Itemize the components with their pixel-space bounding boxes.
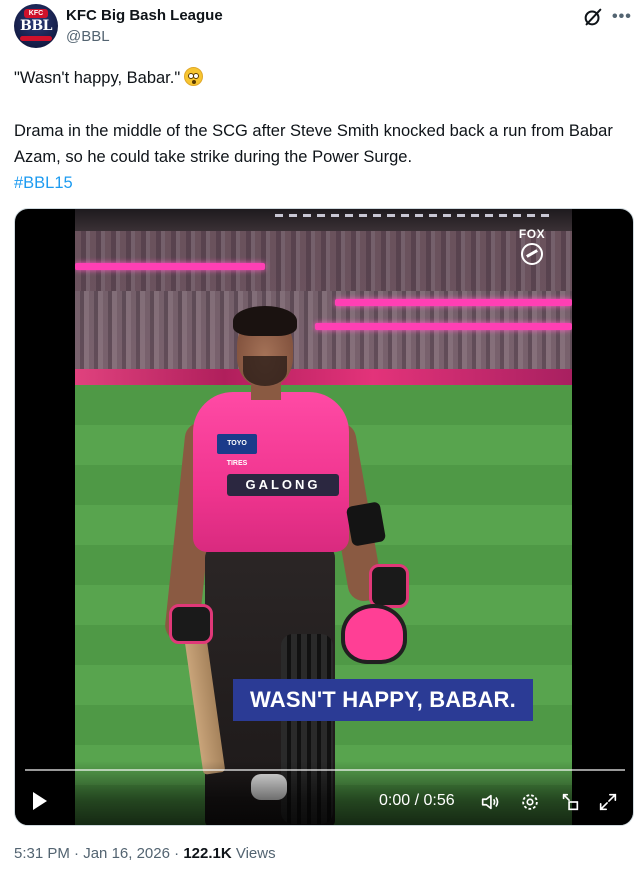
video-time: 0:00 / 0:56 [379, 792, 455, 809]
separator-dot: · [74, 845, 80, 862]
video-frame[interactable]: FOX TOYO TIRES GALONG WASN'T HAPPY, BABA… [75, 209, 572, 825]
post-header: KFC BBL KFC Big Bash League @BBL ••• [14, 4, 632, 52]
avatar[interactable]: KFC BBL [14, 4, 58, 48]
flushed-face-emoji-icon [184, 67, 204, 86]
video-caption: WASN'T HAPPY, BABAR. [233, 679, 533, 721]
account-name[interactable]: KFC Big Bash League [66, 7, 223, 24]
video-player[interactable]: FOX TOYO TIRES GALONG WASN'T HAPPY, BABA… [14, 208, 634, 826]
post-date[interactable]: Jan 16, 2026 [83, 845, 170, 862]
grok-icon[interactable] [582, 6, 604, 28]
views-label: Views [235, 845, 276, 862]
player-hair [233, 306, 297, 336]
avatar-bbl-text: BBL [19, 18, 53, 34]
avatar-kfc-text: KFC [24, 9, 48, 18]
jersey-sponsor: GALONG [227, 474, 339, 496]
views-count: 122.1K [183, 845, 232, 862]
hashtag-link[interactable]: #BBL15 [14, 174, 73, 192]
video-progress-bar[interactable] [25, 769, 625, 771]
post-text-body: Drama in the middle of the SCG after Ste… [14, 118, 624, 196]
batting-glove-left [169, 604, 213, 644]
post-meta: 5:31 PM · Jan 16, 2026 · 122.1K Views [14, 845, 276, 862]
more-icon[interactable]: ••• [612, 8, 632, 26]
crowd-upper [75, 231, 572, 291]
player-jersey [193, 392, 349, 552]
post-body-text: Drama in the middle of the SCG after Ste… [14, 122, 613, 166]
pip-icon[interactable] [559, 791, 581, 813]
batting-glove-right [369, 564, 409, 608]
fox-logo-text: FOX [518, 227, 546, 241]
post-time[interactable]: 5:31 PM [14, 845, 70, 862]
stadium-lights [275, 214, 555, 217]
fullscreen-icon[interactable] [597, 791, 619, 813]
post-quote-text: "Wasn't happy, Babar." [14, 69, 181, 87]
account-handle[interactable]: @BBL [66, 28, 110, 45]
batsman-figure: TOYO TIRES GALONG [163, 304, 435, 825]
separator-dot: · [174, 845, 180, 862]
settings-icon[interactable] [519, 791, 541, 813]
fox-cricket-logo: FOX [515, 227, 549, 273]
cricket-ball-icon [521, 243, 543, 265]
play-icon[interactable] [33, 792, 47, 810]
jersey-sleeve-sponsor: TOYO TIRES [217, 434, 257, 467]
avatar-swoosh [20, 36, 52, 41]
player-armband [345, 501, 387, 547]
volume-icon[interactable] [479, 791, 501, 813]
player-beard [243, 356, 287, 386]
batting-helmet [341, 604, 407, 664]
stadium-roof [75, 209, 572, 231]
led-strip [75, 263, 265, 270]
post-text-quote: "Wasn't happy, Babar." [14, 66, 204, 90]
